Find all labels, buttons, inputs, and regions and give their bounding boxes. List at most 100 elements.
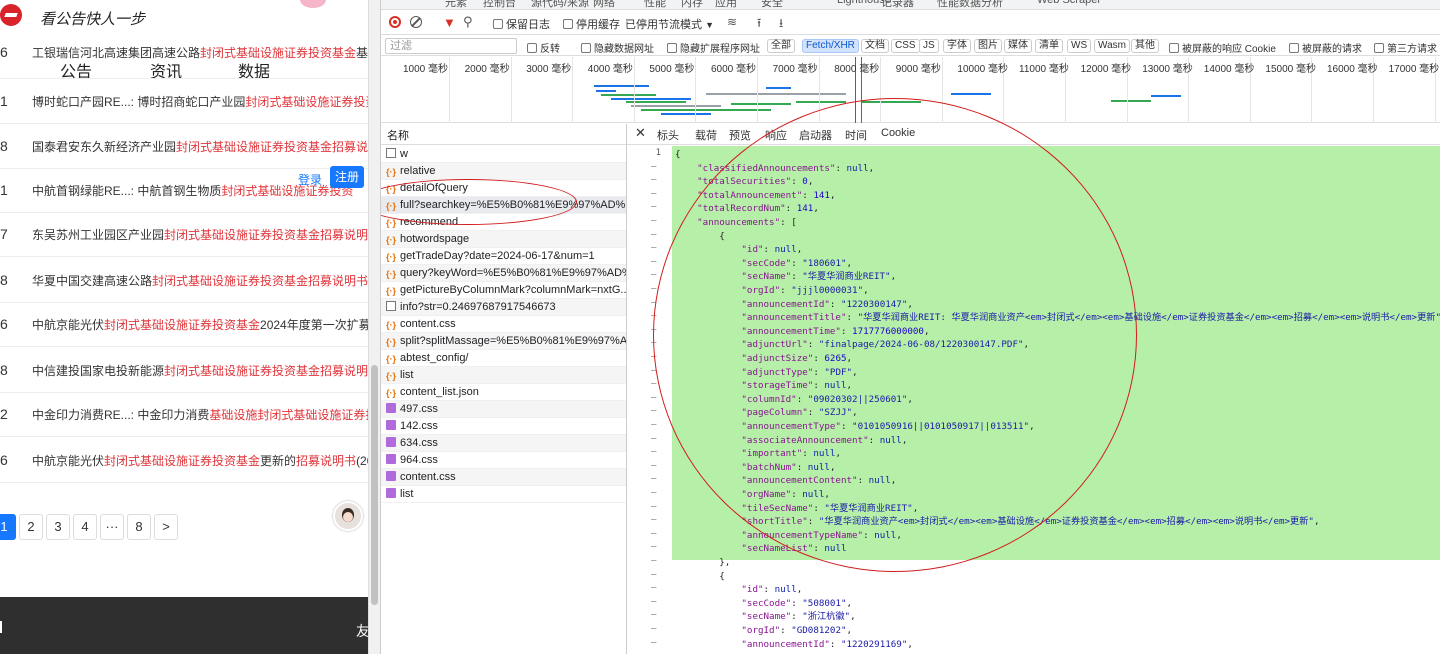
blocked-requests-checkbox[interactable]: 被屏蔽的请求 [1289, 40, 1362, 55]
devtools-tab[interactable]: Web Scraper [1037, 0, 1101, 6]
row-title[interactable]: 华夏中国交建高速公路封闭式基础设施证券投资基金招募说明书更新 [32, 272, 368, 289]
type-filter-0[interactable]: 全部 [767, 39, 795, 53]
request-row[interactable]: {·} content.css [381, 316, 626, 333]
request-row[interactable]: content.css [381, 469, 626, 486]
row-title[interactable]: 中信建投国家电投新能源封闭式基础设施证券投资基金招募说明书 [32, 362, 368, 379]
type-filter-8[interactable]: 清单 [1035, 39, 1063, 53]
devtools-tab[interactable]: 内存 [681, 0, 703, 9]
list-row[interactable]: 8 中信建投国家电投新能源封闭式基础设施证券投资基金招募说明书 [0, 348, 368, 393]
site-slogan: 看公告快人一步 [40, 10, 146, 28]
third-party-checkbox[interactable]: 第三方请求 [1374, 40, 1437, 55]
request-row[interactable]: list [381, 486, 626, 503]
request-row[interactable]: 497.css [381, 401, 626, 418]
type-filter-3[interactable]: CSS [891, 39, 920, 53]
upload-icon[interactable]: ⭱ [757, 14, 761, 35]
type-filter-4[interactable]: JS [919, 39, 939, 53]
throttling-select[interactable]: 已停用节流模式 ▼ [625, 16, 714, 32]
blocked-cookies-checkbox[interactable]: 被屏蔽的响应 Cookie [1169, 40, 1276, 55]
row-title[interactable]: 东吴苏州工业园区产业园封闭式基础设施证券投资基金招募说明书( [32, 226, 368, 243]
code-line: "secName": "浙江杭徽", [675, 610, 855, 623]
page-button-1[interactable]: 1 [0, 514, 16, 540]
register-button[interactable]: 注册 [330, 166, 364, 188]
request-row[interactable]: 964.css [381, 452, 626, 469]
user-avatar-top[interactable] [300, 0, 326, 8]
request-row[interactable]: 634.css [381, 435, 626, 452]
type-filter-9[interactable]: WS [1067, 39, 1092, 53]
request-row[interactable]: {·} split?splitMassage=%E5%B0%81%E9%97%A.… [381, 333, 626, 350]
scrollbar-thumb[interactable] [371, 365, 378, 605]
page-button-4[interactable]: 4 [73, 514, 97, 540]
devtools-tab[interactable]: 性能 [644, 0, 666, 9]
type-filter-10[interactable]: Wasm [1094, 39, 1130, 53]
disable-cache-checkbox[interactable]: 停用缓存 [563, 16, 620, 32]
filter-input[interactable]: 过滤 [385, 38, 517, 54]
type-filter-1[interactable]: Fetch/XHR [802, 39, 859, 53]
invert-checkbox[interactable]: 反转 [527, 40, 560, 55]
list-row[interactable]: 8 华夏中国交建高速公路封闭式基础设施证券投资基金招募说明书更新 [0, 258, 368, 303]
list-row[interactable]: 6 中航京能光伏封闭式基础设施证券投资基金2024年度第一次扩募并 [0, 302, 368, 347]
request-row[interactable]: {·} getTradeDay?date=2024-06-17&num=1 [381, 248, 626, 265]
search-icon[interactable]: ⚲ [463, 14, 473, 30]
list-row[interactable]: 7 东吴苏州工业园区产业园封闭式基础设施证券投资基金招募说明书( [0, 212, 368, 257]
request-row[interactable]: {·} list [381, 367, 626, 384]
devtools-tab[interactable]: 网络 [593, 0, 615, 9]
line-gutter-mark: – [651, 528, 657, 539]
name-column-header[interactable]: 名称 [381, 124, 626, 145]
detail-tab-2[interactable]: 预览 [729, 127, 751, 143]
row-title[interactable]: 国泰君安东久新经济产业园封闭式基础设施证券投资基金招募说明书 [32, 138, 368, 155]
hide-extension-urls-checkbox[interactable]: 隐藏扩展程序网址 [667, 40, 760, 55]
request-row[interactable]: 142.css [381, 418, 626, 435]
row-title[interactable]: 中航京能光伏封闭式基础设施证券投资基金更新的招募说明书(2024 [32, 452, 368, 469]
type-filter-11[interactable]: 其他 [1131, 39, 1159, 53]
type-filter-5[interactable]: 字体 [943, 39, 971, 53]
hide-data-urls-checkbox[interactable]: 隐藏数据网址 [581, 40, 654, 55]
devtools-tab[interactable]: 性能数据分析 [937, 0, 1003, 9]
request-row[interactable]: {·} relative [381, 163, 626, 180]
request-row[interactable]: {·} query?keyWord=%E5%B0%81%E9%97%AD%... [381, 265, 626, 282]
request-row[interactable]: info?str=0.24697687917546673 [381, 299, 626, 316]
request-row[interactable]: w [381, 146, 626, 163]
detail-tab-1[interactable]: 载荷 [695, 127, 717, 143]
preserve-log-checkbox[interactable]: 保留日志 [493, 16, 550, 32]
request-row[interactable]: {·} hotwordspage [381, 231, 626, 248]
assistant-avatar[interactable] [333, 501, 363, 531]
request-row[interactable]: {·} content_list.json [381, 384, 626, 401]
devtools-tab[interactable]: 源代码/来源 [531, 0, 589, 9]
line-gutter-mark: – [651, 596, 657, 607]
devtools-tab[interactable]: 应用 [715, 0, 737, 9]
clear-icon[interactable] [410, 16, 422, 28]
type-filter-7[interactable]: 媒体 [1004, 39, 1032, 53]
timeline-tick-label: 6000 毫秒 [711, 64, 757, 75]
request-row[interactable]: {·} getPictureByColumnMark?columnMark=nxt… [381, 282, 626, 299]
request-row[interactable]: {·} abtest_config/ [381, 350, 626, 367]
list-row[interactable]: 8 国泰君安东久新经济产业园封闭式基础设施证券投资基金招募说明书 [0, 124, 368, 169]
row-title[interactable]: 博时蛇口产园RE...: 博时招商蛇口产业园封闭式基础设施证券投资 [32, 93, 368, 110]
page-button-···[interactable]: ··· [100, 514, 124, 540]
type-filter-6[interactable]: 图片 [974, 39, 1002, 53]
page-button-2[interactable]: 2 [19, 514, 43, 540]
list-row[interactable]: 2 中金印力消费RE...: 中金印力消费基础设施封闭式基础设施证券投资 [0, 392, 368, 437]
row-title[interactable]: 中航京能光伏封闭式基础设施证券投资基金2024年度第一次扩募并 [32, 316, 368, 333]
type-filter-2[interactable]: 文档 [861, 39, 889, 53]
download-icon[interactable]: ⭳ [779, 14, 783, 35]
network-conditions-icon[interactable]: ≋ [727, 15, 737, 29]
devtools-tab[interactable]: 记录器 [881, 0, 914, 9]
list-row[interactable]: 1 博时蛇口产园RE...: 博时招商蛇口产业园封闭式基础设施证券投资 [0, 79, 368, 124]
devtools-tab[interactable]: 元素 [445, 0, 467, 9]
record-icon[interactable] [389, 16, 401, 28]
site-logo[interactable] [0, 4, 22, 26]
close-icon[interactable]: ✕ [635, 125, 646, 141]
page-button-3[interactable]: 3 [46, 514, 70, 540]
list-row[interactable]: 6 中航京能光伏封闭式基础设施证券投资基金更新的招募说明书(2024 [0, 438, 368, 483]
page-scrollbar[interactable] [368, 0, 380, 654]
row-title[interactable]: 中金印力消费RE...: 中金印力消费基础设施封闭式基础设施证券投资 [32, 406, 368, 423]
login-link[interactable]: 登录 [298, 171, 322, 188]
page-button-8[interactable]: 8 [127, 514, 151, 540]
page-button-next[interactable]: > [154, 514, 178, 540]
list-row[interactable]: 6 工银瑞信河北高速集团高速公路封闭式基础设施证券投资基金基金合 [0, 34, 368, 60]
request-name: 964.css [400, 454, 438, 466]
devtools-tab[interactable]: 安全 [761, 0, 783, 9]
detail-tab-0[interactable]: 标头 [657, 127, 679, 143]
devtools-tab[interactable]: 控制台 [483, 0, 516, 9]
filter-icon[interactable]: ▼ [443, 15, 456, 30]
